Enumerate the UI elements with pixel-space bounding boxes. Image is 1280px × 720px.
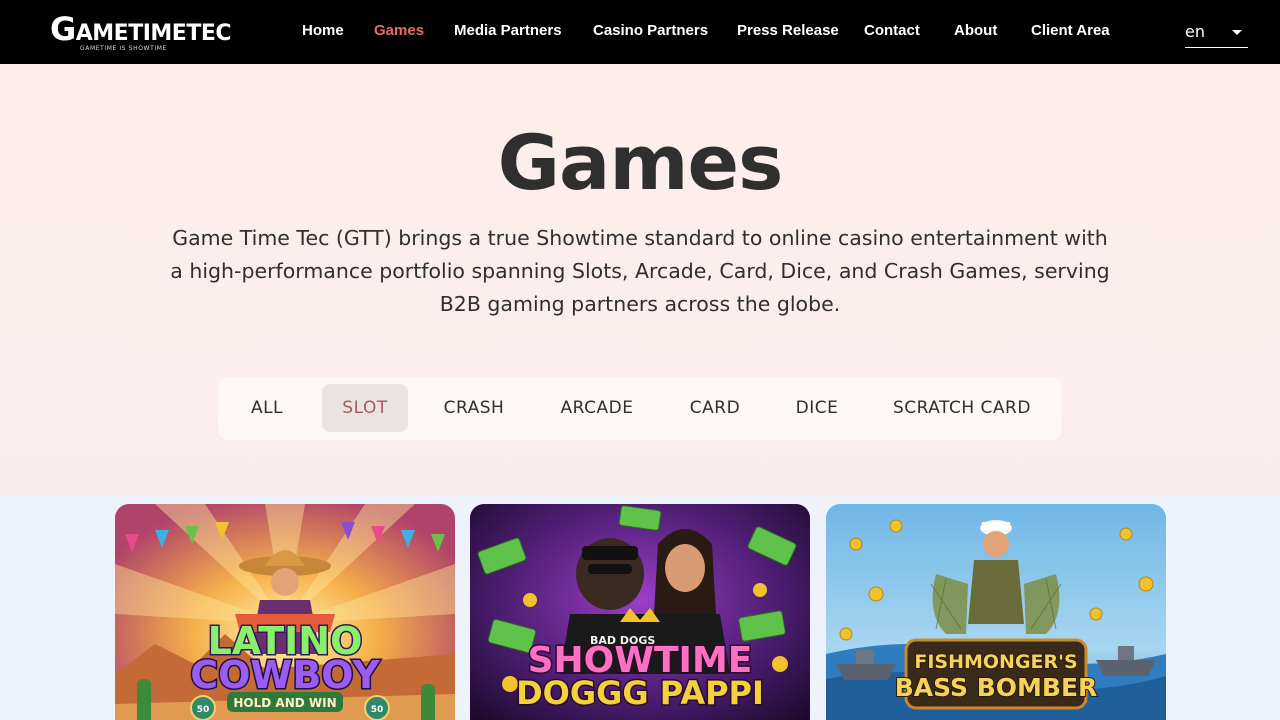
showtime-doggg-pappi-title-line2: DOGGG PAPPI: [516, 674, 764, 712]
nav-casino-partners[interactable]: Casino Partners: [593, 22, 708, 39]
filter-slot[interactable]: SLOT: [322, 384, 408, 432]
latino-cowboy-badge-right: 50: [371, 705, 384, 715]
language-value: en: [1185, 22, 1205, 41]
game-card-showtime-doggg-pappi[interactable]: BAD DOGS SHOWTIME DOGGG PAPPI: [470, 504, 810, 720]
fishmongers-bass-bomber-artwork: FISHMONGER'S BASS BOMBER: [826, 504, 1166, 720]
filter-crash[interactable]: CRASH: [430, 384, 518, 432]
filter-scratch-card[interactable]: SCRATCH CARD: [884, 384, 1040, 432]
fishmongers-title-line1: FISHMONGER'S: [914, 651, 1077, 673]
latino-cowboy-subtitle: HOLD AND WIN: [233, 696, 336, 710]
games-hero: Games Game Time Tec (GTT) brings a true …: [0, 64, 1280, 496]
logo-tagline: GAMETIME IS SHOWTIME: [80, 45, 167, 52]
fishmongers-title-line2: BASS BOMBER: [895, 673, 1098, 702]
filter-arcade[interactable]: ARCADE: [548, 384, 646, 432]
nav-home[interactable]: Home: [302, 22, 344, 39]
top-nav-bar: GAMETIMETEC GAMETIME IS SHOWTIME Home Ga…: [0, 0, 1280, 64]
filter-dice[interactable]: DICE: [782, 384, 852, 432]
page-title: Games: [497, 118, 784, 207]
showtime-doggg-pappi-artwork: BAD DOGS SHOWTIME DOGGG PAPPI: [470, 504, 810, 720]
nav-media-partners[interactable]: Media Partners: [454, 22, 562, 39]
latino-cowboy-artwork: LATINO COWBOY HOLD AND WIN 50 50: [115, 504, 455, 720]
language-select[interactable]: en: [1185, 18, 1248, 48]
nav-client-area[interactable]: Client Area: [1031, 22, 1110, 39]
page-description: Game Time Tec (GTT) brings a true Showti…: [170, 226, 1110, 316]
latino-cowboy-title-line2: COWBOY: [190, 653, 380, 697]
game-card-fishmongers-bass-bomber[interactable]: FISHMONGER'S BASS BOMBER: [826, 504, 1166, 720]
nav-contact[interactable]: Contact: [864, 22, 920, 39]
filter-card[interactable]: CARD: [678, 384, 752, 432]
nav-press-release[interactable]: Press Release: [737, 22, 839, 39]
game-card-latino-cowboy[interactable]: LATINO COWBOY HOLD AND WIN 50 50: [115, 504, 455, 720]
gametimetec-logo[interactable]: GAMETIMETEC GAMETIME IS SHOWTIME: [50, 8, 232, 56]
chevron-down-icon: [1232, 30, 1242, 35]
nav-games[interactable]: Games: [374, 22, 424, 39]
logo-wordmark: GAMETIMETEC: [50, 10, 232, 48]
filter-all[interactable]: ALL: [234, 384, 300, 432]
game-category-filter: ALL SLOT CRASH ARCADE CARD DICE SCRATCH …: [218, 377, 1062, 440]
latino-cowboy-badge-left: 50: [197, 705, 210, 715]
nav-about[interactable]: About: [954, 22, 997, 39]
